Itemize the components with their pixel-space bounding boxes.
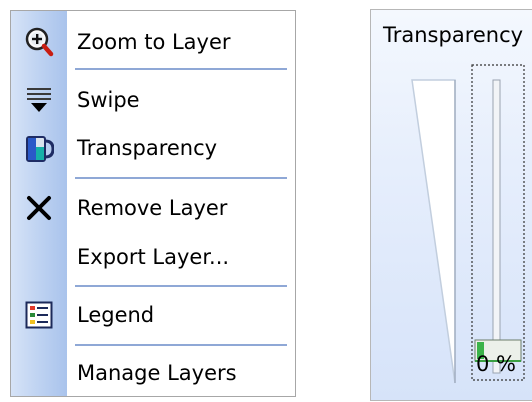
menu-item-label: Legend (77, 303, 155, 327)
menu-item-legend[interactable]: Legend (11, 295, 297, 335)
menu-item-remove-layer[interactable]: Remove Layer (11, 188, 297, 228)
menu-item-label: Export Layer... (77, 245, 230, 269)
menu-item-transparency[interactable]: Transparency (11, 128, 297, 168)
menu-item-label: Manage Layers (77, 361, 237, 385)
swipe-icon (27, 88, 51, 112)
menu-item-label: Remove Layer (77, 196, 228, 220)
transparency-slider-graphic (411, 64, 525, 384)
menu-item-manage-layers[interactable]: Manage Layers (11, 353, 297, 393)
menu-separator (75, 344, 287, 346)
menu-item-label: Transparency (77, 136, 218, 160)
menu-separator (75, 285, 287, 287)
menu-item-zoom-to-layer[interactable]: Zoom to Layer (11, 22, 297, 62)
transparency-icon (26, 136, 54, 162)
remove-x-icon (27, 196, 51, 220)
menu-separator (75, 177, 287, 179)
menu-item-export-layer[interactable]: Export Layer... (11, 237, 297, 277)
menu-item-label: Zoom to Layer (77, 30, 231, 54)
layer-context-menu: Zoom to Layer Swipe Transparency Remove … (10, 10, 296, 397)
legend-icon (25, 301, 53, 329)
menu-separator (75, 68, 287, 70)
menu-item-swipe[interactable]: Swipe (11, 80, 297, 120)
transparency-panel: Transparency 0 % (370, 9, 532, 401)
menu-item-label: Swipe (77, 88, 140, 112)
slider-track (492, 79, 501, 374)
zoom-magnifier-icon (25, 27, 54, 57)
transparency-value-label: 0 % (476, 352, 516, 376)
transparency-wedge (411, 79, 456, 384)
